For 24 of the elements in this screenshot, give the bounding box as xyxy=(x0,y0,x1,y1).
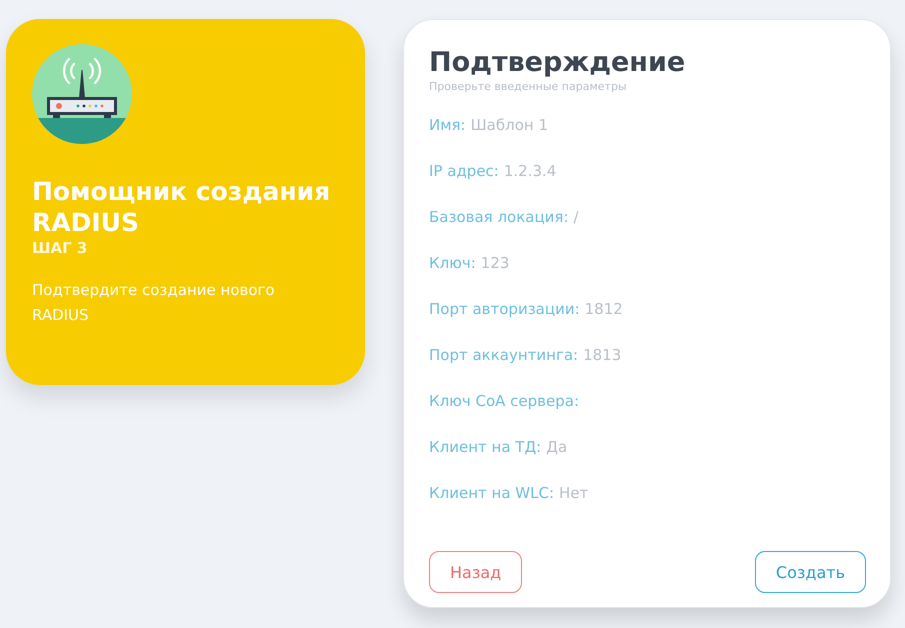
confirmation-subtitle: Проверьте введенные параметры xyxy=(429,80,627,94)
create-button[interactable]: Создать xyxy=(754,551,866,593)
field-value: 123 xyxy=(480,254,510,272)
field-value: Нет xyxy=(559,484,588,502)
field-value: 1813 xyxy=(583,346,622,364)
field-value: 1.2.3.4 xyxy=(504,162,556,180)
confirmation-title: Подтверждение xyxy=(429,46,686,80)
back-button[interactable]: Назад xyxy=(429,551,522,593)
field-label: Ключ CoA сервера: xyxy=(429,392,580,410)
field-label: Клиент на WLC: xyxy=(429,484,554,502)
field-label: Порт авторизации: xyxy=(429,300,580,318)
wizard-description: Подтвердите создание нового RADIUS xyxy=(32,280,276,326)
field-value: Да xyxy=(546,438,568,456)
field-label: IP адрес: xyxy=(429,162,499,180)
field-label: Порт аккаунтинга: xyxy=(429,346,578,364)
field-value: 1812 xyxy=(584,300,623,318)
field-label: Имя: xyxy=(429,116,466,134)
field-label: Клиент на ТД: xyxy=(429,438,542,456)
field-label: Базовая локация: xyxy=(429,208,569,226)
field-label: Ключ: xyxy=(429,254,476,272)
field-value: Шаблон 1 xyxy=(470,116,548,134)
field-value: / xyxy=(574,208,579,226)
step-label: ШАГ 3 xyxy=(32,238,88,258)
wizard-title: Помощник создания RADIUS xyxy=(32,176,332,238)
